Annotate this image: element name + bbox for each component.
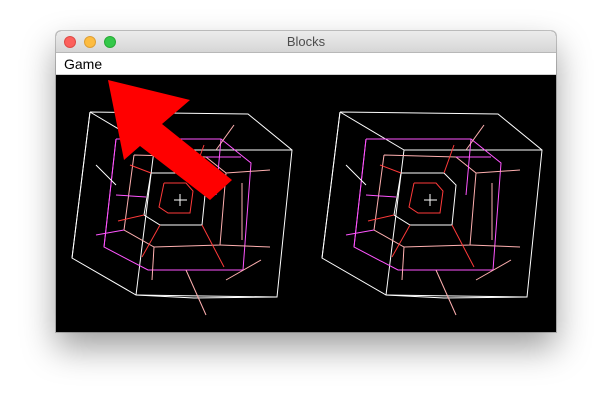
title-bar[interactable]: Blocks <box>56 31 556 53</box>
app-window: Blocks Game <box>56 31 556 332</box>
game-canvas[interactable] <box>56 75 556 332</box>
window-title: Blocks <box>286 34 326 49</box>
cube-wireframe-left-icon <box>71 111 293 316</box>
menu-game[interactable]: Game <box>64 53 102 75</box>
menu-bar: Game <box>56 53 556 75</box>
stereo-scene <box>71 111 543 316</box>
cube-wireframe-right-icon <box>321 111 543 316</box>
